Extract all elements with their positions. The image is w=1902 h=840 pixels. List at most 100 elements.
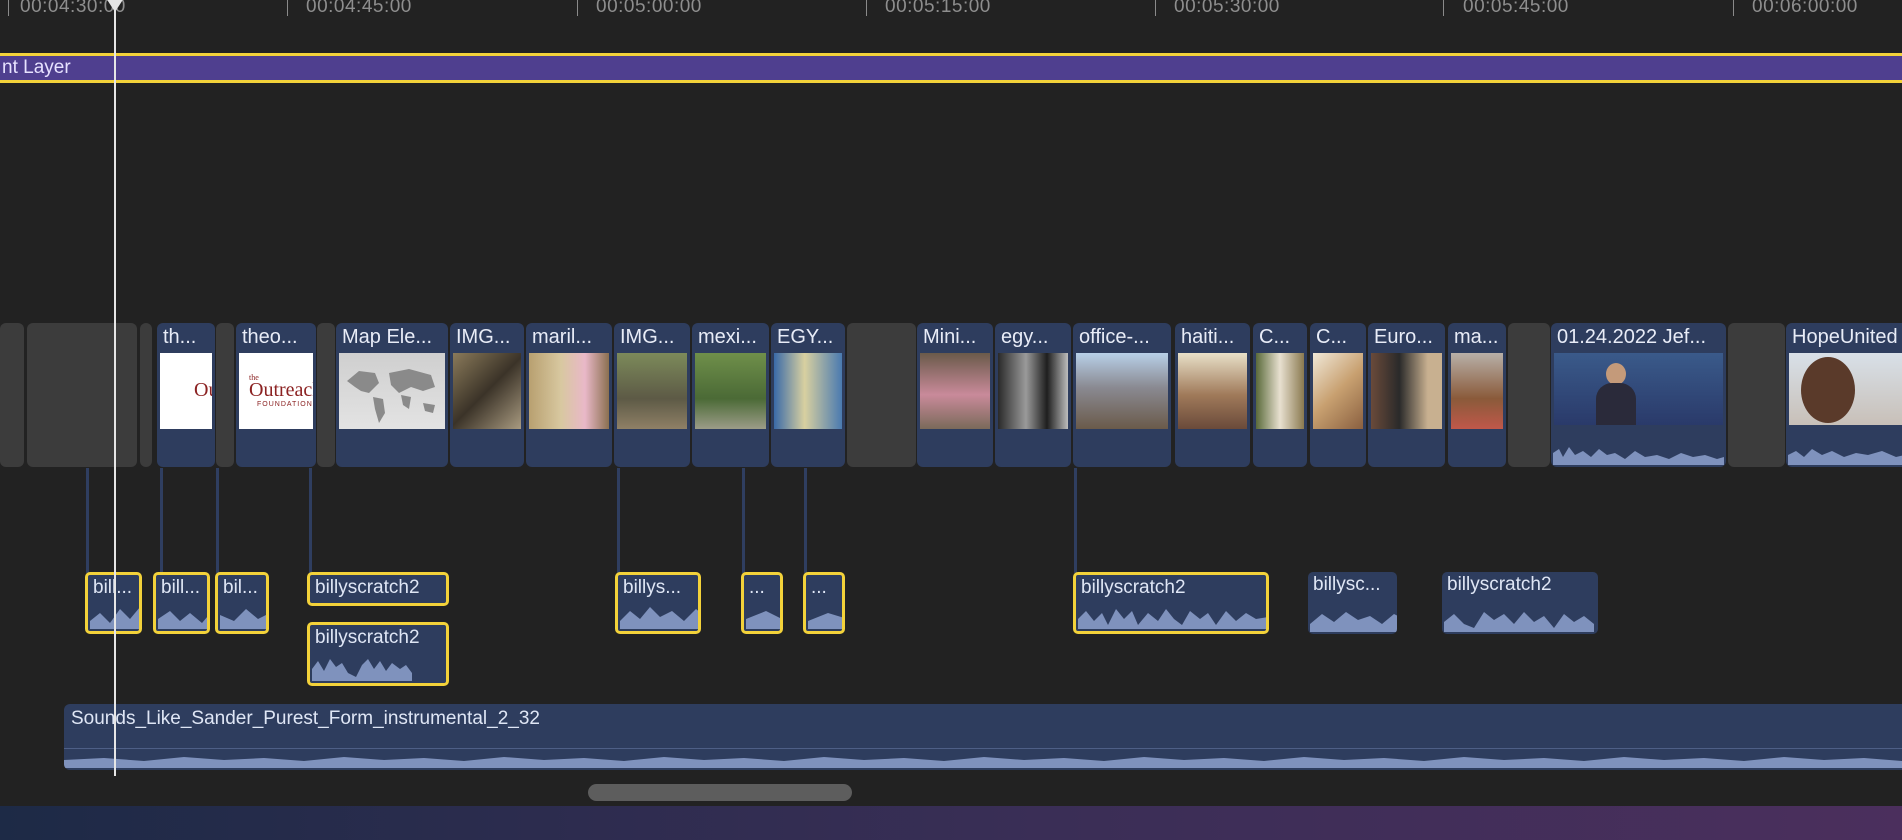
adjustment-layer-clip[interactable]: nt Layer (0, 53, 1902, 83)
ruler-tick-label: 00:05:15:00 (885, 0, 991, 17)
audio-clip[interactable]: ... (803, 572, 845, 634)
clip-thumbnail: Ou (160, 353, 212, 429)
gap-clip[interactable] (27, 323, 137, 467)
audio-clip[interactable]: ... (741, 572, 783, 634)
thumbnail-text: Outreach (249, 379, 313, 401)
ruler-tick (1733, 0, 1734, 16)
clip-thumbnail (920, 353, 990, 429)
audio-clip[interactable]: billyscratch2 (1073, 572, 1269, 634)
video-clip[interactable]: IMG... (614, 323, 690, 467)
clip-title: maril... (532, 326, 592, 348)
video-clip[interactable]: haiti... (1175, 323, 1250, 467)
gap-clip[interactable] (1728, 323, 1785, 467)
playhead-handle[interactable] (106, 0, 124, 12)
clip-thumbnail (617, 353, 687, 429)
music-audio-clip[interactable]: Sounds_Like_Sander_Purest_Form_instrumen… (64, 704, 1902, 770)
audio-clip-title: ... (749, 577, 765, 598)
audio-clip[interactable]: bil... (215, 572, 269, 634)
audio-waveform (746, 611, 780, 629)
audio-clip-title: billys... (623, 577, 682, 598)
gap-clip[interactable] (847, 323, 916, 467)
gap-clip[interactable] (140, 323, 152, 467)
person-body (1596, 383, 1636, 425)
video-clip[interactable]: office-... (1073, 323, 1171, 467)
world-map-thumbnail (347, 369, 435, 423)
clip-thumbnail (774, 353, 842, 429)
volume-line (64, 748, 1902, 749)
audio-waveform (1310, 612, 1397, 632)
gap-clip[interactable] (1508, 323, 1550, 467)
audio-clip[interactable]: billys... (615, 572, 701, 634)
horizontal-scrollbar[interactable] (588, 784, 852, 801)
video-clip[interactable]: EGY... (771, 323, 845, 467)
clip-thumbnail (998, 353, 1068, 429)
clip-thumbnail (1178, 353, 1247, 429)
bottom-panel (0, 806, 1902, 840)
video-clip[interactable]: th... Ou (157, 323, 215, 467)
clip-thumbnail: the Outreach FOUNDATION (239, 353, 313, 429)
ruler-tick (1155, 0, 1156, 16)
video-clip[interactable]: C... (1310, 323, 1366, 467)
clip-connector (804, 468, 807, 573)
clip-title: ma... (1454, 326, 1499, 348)
timeline[interactable]: 00:04:30:00 00:04:45:00 00:05:00:00 00:0… (0, 0, 1902, 840)
adjustment-layer-label: nt Layer (2, 57, 71, 78)
video-clip[interactable]: Map Ele... (336, 323, 448, 467)
timecode-ruler[interactable]: 00:04:30:00 00:04:45:00 00:05:00:00 00:0… (0, 0, 1902, 20)
video-clip[interactable]: Mini... (917, 323, 993, 467)
audio-clip[interactable]: billyscratch2 (307, 622, 449, 686)
video-clip[interactable]: 01.24.2022 Jef... (1551, 323, 1726, 467)
audio-clip[interactable]: billysc... (1308, 572, 1397, 634)
video-clip[interactable]: IMG... (450, 323, 524, 467)
clip-title: HopeUnited (1792, 326, 1898, 348)
audio-clip-title: ... (811, 577, 827, 598)
music-clip-title: Sounds_Like_Sander_Purest_Form_instrumen… (71, 708, 540, 729)
ruler-tick (577, 0, 578, 16)
clip-thumbnail (1554, 353, 1723, 425)
clip-connector (1074, 468, 1077, 573)
audio-clip-title: billyscratch2 (1447, 574, 1552, 595)
ruler-tick-label: 00:05:30:00 (1174, 0, 1280, 17)
video-clip[interactable]: maril... (526, 323, 612, 467)
clip-connector (742, 468, 745, 573)
audio-waveform (90, 608, 139, 629)
clip-title: C... (1259, 326, 1291, 348)
audio-clip-title: bill... (161, 577, 201, 598)
clip-thumbnail (1789, 353, 1902, 425)
clip-connector (309, 468, 312, 573)
clip-connector (617, 468, 620, 573)
playhead[interactable] (114, 0, 116, 776)
audio-waveform (64, 757, 1902, 768)
ruler-tick (1443, 0, 1444, 16)
child-face (1801, 357, 1855, 423)
ruler-tick-label: 00:06:00:00 (1752, 0, 1858, 17)
clip-title: egy... (1001, 326, 1049, 348)
clip-thumbnail (339, 353, 445, 429)
audio-waveform (1788, 449, 1902, 465)
clip-thumbnail (1371, 353, 1442, 429)
video-clip[interactable]: C... (1253, 323, 1307, 467)
gap-clip[interactable] (216, 323, 234, 467)
audio-clip[interactable]: billyscratch2 (1442, 572, 1598, 634)
thumbnail-text: FOUNDATION (257, 401, 313, 408)
audio-clip-title: billyscratch2 (1081, 577, 1186, 598)
audio-clip-title: bil... (223, 577, 258, 598)
video-clip[interactable]: Euro... (1368, 323, 1445, 467)
gap-clip[interactable] (317, 323, 335, 467)
audio-clip[interactable]: billyscratch2 (307, 572, 449, 606)
clip-title: C... (1316, 326, 1348, 348)
video-clip[interactable]: HopeUnited (1786, 323, 1902, 467)
clip-connector (160, 468, 163, 573)
video-clip[interactable]: theo... the Outreach FOUNDATION (236, 323, 316, 467)
clip-thumbnail (529, 353, 609, 429)
audio-clip[interactable]: bill... (153, 572, 210, 634)
clip-title: Mini... (923, 326, 977, 348)
clip-thumbnail (1451, 353, 1503, 429)
clip-title: IMG... (456, 326, 511, 348)
video-clip[interactable]: mexi... (692, 323, 769, 467)
audio-waveform (620, 607, 698, 629)
video-clip[interactable]: ma... (1448, 323, 1506, 467)
gap-clip[interactable] (0, 323, 24, 467)
video-clip[interactable]: egy... (995, 323, 1071, 467)
audio-waveform (1553, 447, 1724, 465)
